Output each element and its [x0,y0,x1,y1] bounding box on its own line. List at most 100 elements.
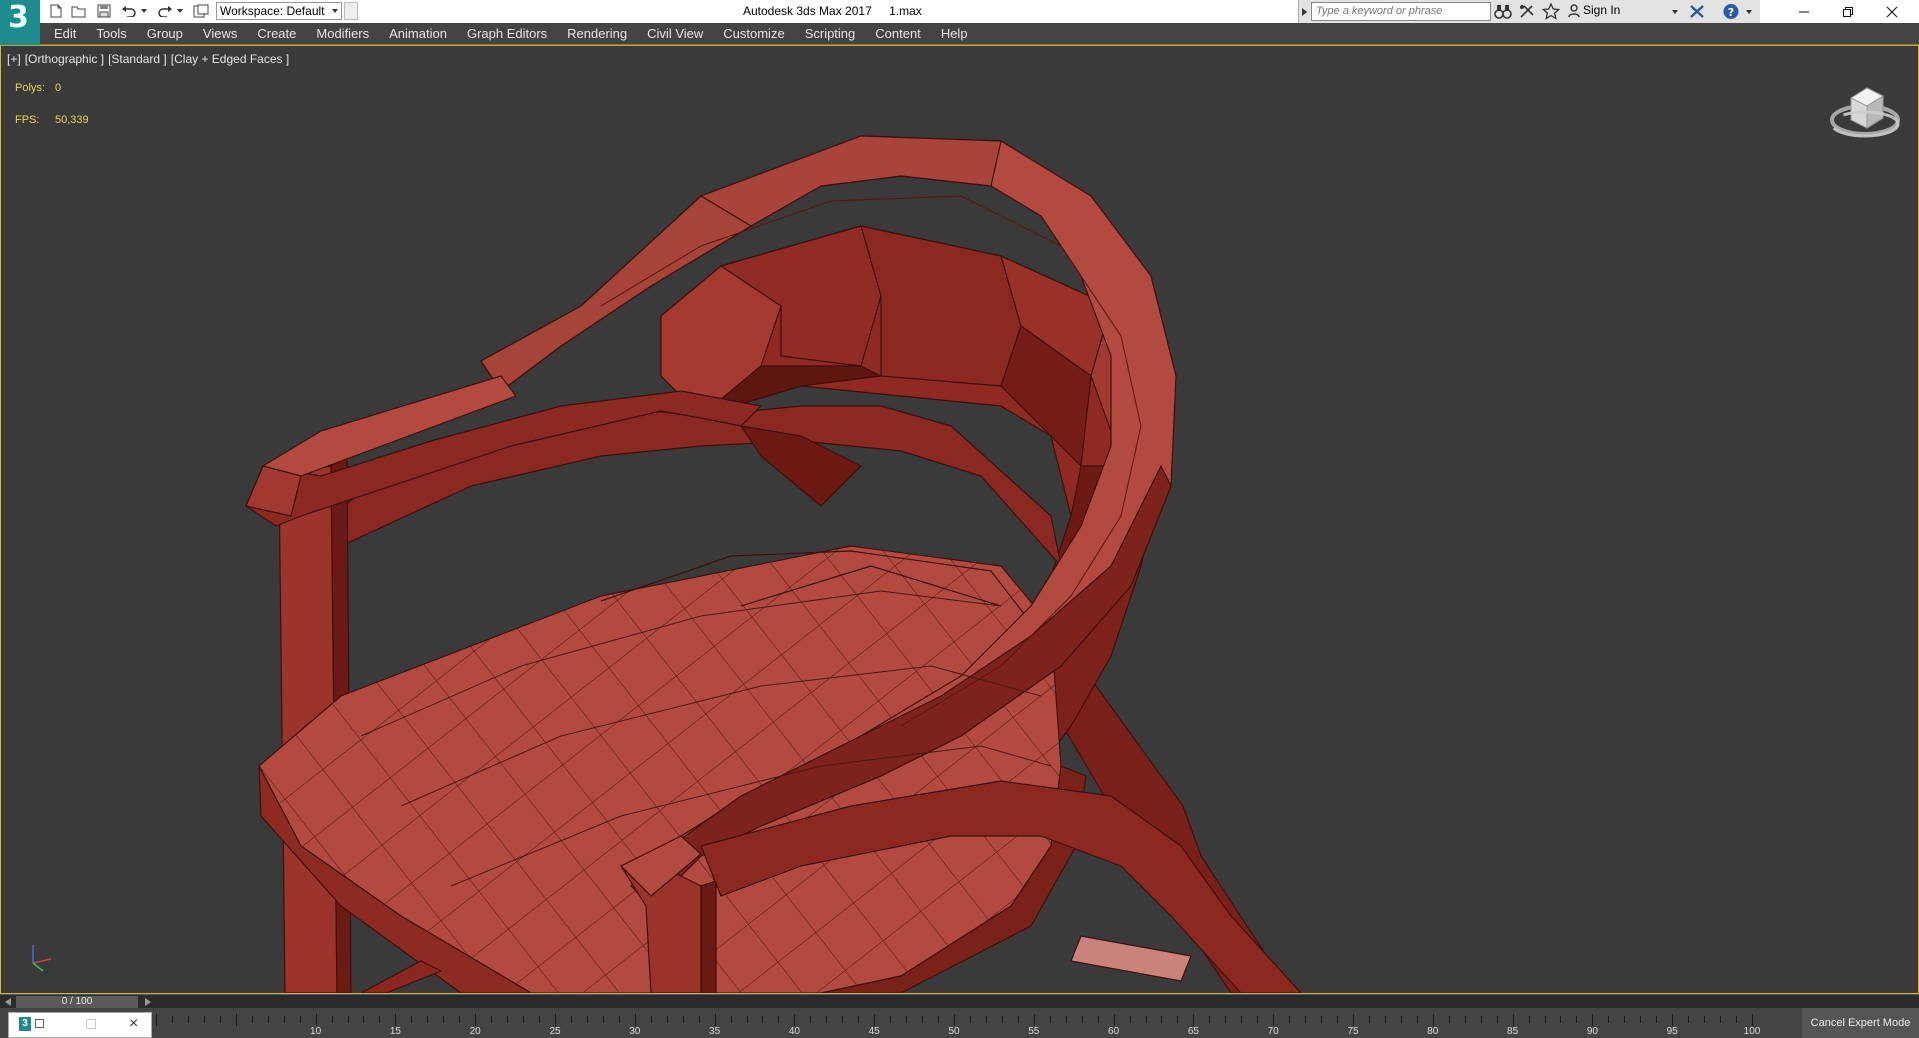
application-menu-button[interactable]: 3 [0,0,40,45]
menu-edit[interactable]: Edit [44,23,86,45]
ruler-tick [810,1016,812,1023]
minimize-icon[interactable] [1782,0,1826,23]
ruler-tick [539,1016,541,1023]
help-dropdown-icon[interactable] [1746,10,1752,14]
ruler-tick [650,1016,652,1023]
ruler-tick [1384,1016,1386,1023]
ruler-tick [1065,1016,1067,1023]
ruler-tick [666,1016,668,1023]
ruler-tick [523,1016,525,1023]
ruler-tick [1161,1016,1163,1023]
help-icon[interactable]: ? [1722,3,1740,20]
sign-in-button[interactable]: Sign In [1568,3,1620,17]
ruler-label: 25 [549,1026,561,1037]
undo-icon[interactable] [120,2,138,20]
next-frame-button[interactable] [142,996,154,1008]
menu-views[interactable]: Views [193,23,247,45]
cancel-expert-mode-button[interactable]: Cancel Expert Mode [1802,1008,1919,1038]
timeline-ruler[interactable]: 10 15 20 25 30 35 40 45 50 55 60 65 70 75 80 85 90 95 100 [152,1008,1760,1038]
menu-help[interactable]: Help [931,23,978,45]
search-input[interactable]: Type a keyword or phrase [1311,2,1491,21]
close-icon[interactable] [1870,0,1914,23]
viewport-general-menu[interactable]: [+] [7,52,21,66]
redo-dropdown-icon[interactable] [176,2,184,20]
ruler-tick [730,1016,732,1023]
viewport-standard-menu[interactable]: [Standard ] [108,52,167,66]
ruler-tick [1289,1016,1291,1023]
ruler-tick [427,1016,429,1023]
viewport-shading-menu[interactable]: [Clay + Edged Faces ] [171,52,289,66]
ruler-label: 35 [709,1026,721,1037]
save-icon[interactable] [96,2,112,20]
track-bar: 3 × 10 15 20 25 30 35 40 45 50 55 60 65 70 75 80 85 90 95… [0,1008,1919,1038]
menu-group[interactable]: Group [137,23,193,45]
ruler-tick [1416,1016,1418,1023]
time-slider[interactable]: 0 / 100 [16,996,138,1008]
restore-icon[interactable] [1826,0,1870,23]
menu-content[interactable]: Content [865,23,931,45]
open-file-icon[interactable] [70,2,88,20]
ruler-tick [459,1016,461,1023]
ruler-tick [1544,1016,1546,1023]
ruler-tick [1400,1016,1402,1023]
sign-in-dropdown-icon[interactable] [1672,10,1678,14]
viewcube-icon[interactable] [1829,74,1901,146]
workspace-selector[interactable]: Workspace: Default [216,2,342,20]
close-tab-icon[interactable]: × [129,1015,138,1033]
ruler-tick [475,1014,477,1026]
ruler-tick [299,1016,301,1023]
menu-animation[interactable]: Animation [379,23,457,45]
ruler-tick [762,1016,764,1023]
orthographic-viewport[interactable]: [+] [Orthographic ] [Standard ] [Clay + Edg… [0,45,1919,994]
communication-center-icon[interactable] [1518,3,1536,20]
quick-access-overflow-button[interactable] [344,2,358,20]
ruler-tick [187,1016,189,1023]
ruler-label: 60 [1108,1026,1120,1037]
project-folder-icon[interactable] [192,2,210,20]
layout-empty-icon [86,1019,96,1029]
ruler-tick [954,1014,955,1026]
ruler-tick [1209,1016,1211,1023]
ruler-tick [1592,1014,1594,1026]
menu-modifiers[interactable]: Modifiers [306,23,379,45]
menu-tools[interactable]: Tools [86,23,136,45]
new-file-icon[interactable] [48,2,64,20]
ruler-tick [1113,1014,1115,1026]
favorites-star-icon[interactable] [1541,2,1561,20]
ruler-label: 15 [389,1026,401,1037]
ruler-tick [602,1016,604,1023]
viewport-label-menu[interactable]: [+] [Orthographic ] [Standard ] [Clay + Edg… [7,52,293,66]
ruler-tick [1225,1016,1227,1023]
menu-customize[interactable]: Customize [713,23,794,45]
ruler-tick [922,1016,924,1023]
redo-icon[interactable] [156,2,174,20]
ruler-tick [235,1014,237,1026]
ruler-tick [1257,1016,1259,1023]
ruler-tick [1321,1016,1323,1023]
ruler-label: 100 [1743,1026,1761,1037]
ruler-label: 30 [629,1026,641,1037]
chair-model[interactable] [1,46,1918,993]
menu-civil-view[interactable]: Civil View [637,23,713,45]
polys-label: Polys: [15,82,45,94]
ruler-tick [379,1016,381,1023]
undo-dropdown-icon[interactable] [140,2,148,20]
menu-graph-editors[interactable]: Graph Editors [457,23,557,45]
viewport-point-of-view-menu[interactable]: [Orthographic ] [25,52,104,66]
ruler-tick [985,1016,987,1023]
autodesk-exchange-icon[interactable] [1688,3,1706,20]
ruler-tick [1752,1014,1753,1026]
workspace-label: Workspace: Default [220,4,325,18]
ruler-label: 10 [310,1026,322,1037]
previous-frame-button[interactable] [2,996,14,1008]
search-collapse-icon[interactable] [1302,8,1307,16]
binoculars-icon[interactable] [1494,3,1512,20]
ruler-label: 45 [868,1026,880,1037]
menu-scripting[interactable]: Scripting [795,23,866,45]
cancel-expert-mode-label: Cancel Expert Mode [1810,1017,1911,1029]
menu-rendering[interactable]: Rendering [557,23,637,45]
menu-create[interactable]: Create [247,23,306,45]
viewport-layout-tab[interactable]: 3 × [8,1012,152,1038]
polys-value: 0 [55,82,62,94]
ruler-tick [1017,1016,1019,1023]
